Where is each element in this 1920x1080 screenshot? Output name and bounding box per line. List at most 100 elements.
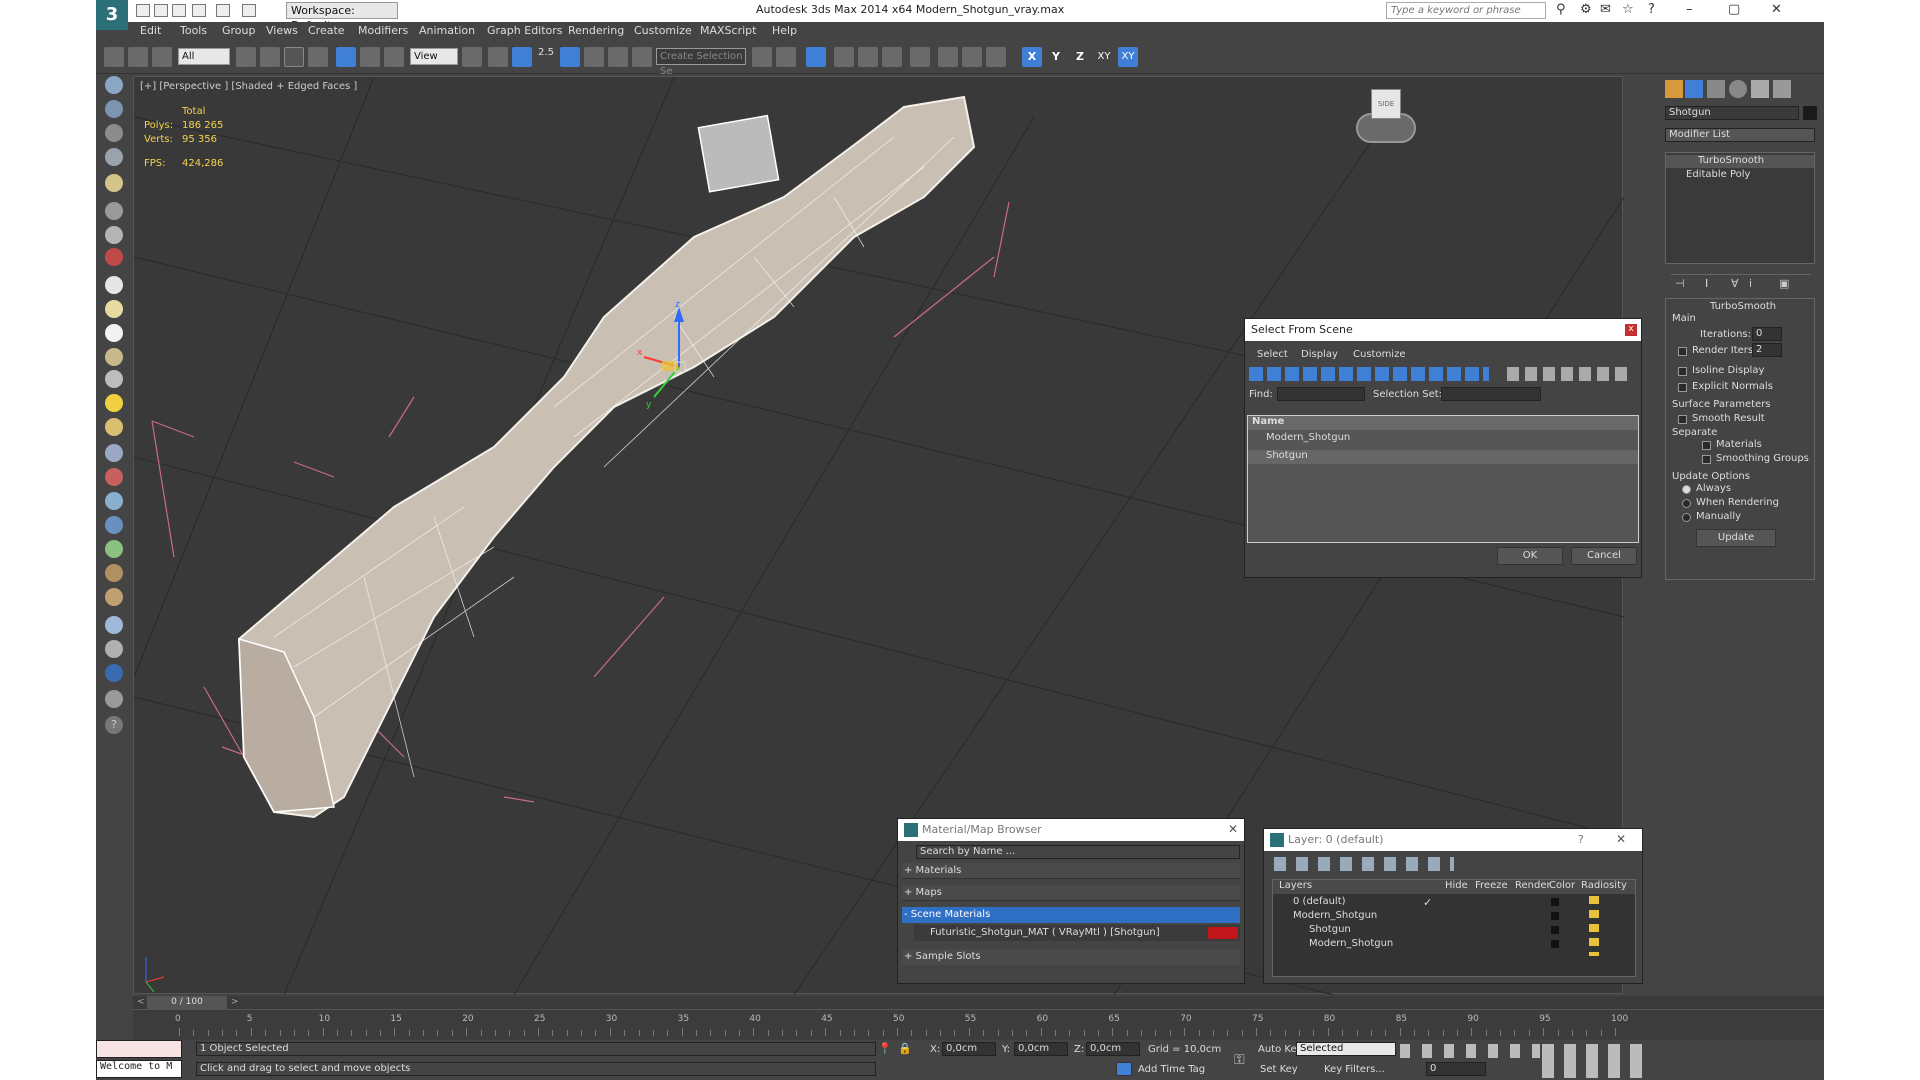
select-dialog-close-button[interactable]: x: [1625, 324, 1637, 336]
scene-materials-group[interactable]: - Scene Materials: [902, 907, 1240, 923]
col-hide[interactable]: Hide: [1445, 880, 1468, 891]
find-input[interactable]: [1277, 387, 1365, 401]
minimize-button[interactable]: –: [1686, 2, 1693, 17]
dynamics-icon[interactable]: [105, 468, 123, 486]
helper-icon[interactable]: [105, 492, 123, 510]
box-primitive-icon[interactable]: [105, 276, 123, 294]
light-icon[interactable]: [105, 174, 123, 192]
selection-toolbar[interactable]: [1507, 367, 1627, 381]
curve-editor-icon[interactable]: [858, 47, 878, 67]
object-row-shotgun[interactable]: Shotgun: [1248, 450, 1638, 464]
playback-controls[interactable]: [1400, 1044, 1540, 1058]
workspace-dropdown[interactable]: Workspace: Default: [286, 2, 398, 32]
timeline-ruler[interactable]: 0 5 10 15 20 25 30 35 40 45 50 55 60 65 70 75 80 85 90 95 10…: [175, 1010, 1628, 1040]
col-radiosity[interactable]: Radiosity: [1581, 880, 1627, 891]
open-file-icon[interactable]: [154, 4, 168, 17]
layer-toolbar[interactable]: [1274, 857, 1454, 871]
select-and-scale-icon[interactable]: [384, 47, 404, 67]
layer-dialog-title[interactable]: Layer: 0 (default): [1264, 829, 1642, 851]
teapot-primitive-icon[interactable]: [105, 348, 123, 366]
maximize-button[interactable]: ▢: [1728, 2, 1740, 17]
rectangular-selection-icon[interactable]: [284, 47, 304, 67]
make-unique-icon[interactable]: ∀: [1731, 277, 1739, 290]
viewport-navigation-controls[interactable]: [1542, 1044, 1642, 1078]
axis-xy-button[interactable]: XY: [1094, 47, 1114, 67]
key-mode-dropdown[interactable]: Selected: [1296, 1042, 1396, 1056]
z-coordinate-field[interactable]: 0,0cm: [1086, 1042, 1140, 1056]
omni-light-icon[interactable]: [105, 418, 123, 436]
sample-slots-group[interactable]: + Sample Slots: [902, 949, 1240, 965]
align-icon[interactable]: [776, 47, 796, 67]
asset-tracking-icon[interactable]: [105, 690, 123, 708]
new-file-icon[interactable]: [136, 4, 150, 17]
isolate-selection-icon[interactable]: 📍: [878, 1042, 892, 1055]
set-key-icon[interactable]: ⚿: [1234, 1052, 1245, 1068]
menu-customize[interactable]: Customize: [634, 24, 692, 37]
layer-color-swatches[interactable]: [1551, 898, 1559, 954]
undo-icon[interactable]: [192, 4, 206, 17]
reference-coordinate-dropdown[interactable]: View: [410, 48, 458, 65]
viewport-layout-icon[interactable]: [105, 100, 123, 118]
update-always-radio[interactable]: [1682, 485, 1691, 494]
material-editor-icon[interactable]: [910, 47, 930, 67]
sphere-primitive-icon[interactable]: [105, 324, 123, 342]
bind-space-warp-icon[interactable]: [152, 47, 172, 67]
select-dialog-menu-customize[interactable]: Customize: [1353, 349, 1406, 360]
globe-icon[interactable]: [105, 664, 123, 682]
help-icon[interactable]: ?: [1648, 2, 1655, 17]
separate-smoothing-groups-checkbox[interactable]: [1702, 455, 1711, 464]
time-slider-thumb[interactable]: 0 / 100: [147, 996, 227, 1009]
percent-snap-icon[interactable]: [584, 47, 604, 67]
time-slider[interactable]: < 0 / 100 >: [133, 996, 1824, 1010]
schematic-view-icon[interactable]: [882, 47, 902, 67]
axis-y-button[interactable]: Y: [1046, 47, 1066, 67]
layer-manager-icon[interactable]: [806, 47, 826, 67]
snap-toggle-icon[interactable]: 2.5: [536, 47, 556, 67]
render-iters-checkbox[interactable]: [1678, 347, 1687, 356]
isoline-display-checkbox[interactable]: [1678, 367, 1687, 376]
help-circle-icon[interactable]: ?: [105, 716, 123, 734]
x-coordinate-field[interactable]: 0,0cm: [942, 1042, 996, 1056]
camera-icon[interactable]: [105, 226, 123, 244]
selection-lock-icon[interactable]: 🔒: [898, 1042, 912, 1055]
layer-row-default[interactable]: 0 (default): [1293, 896, 1346, 907]
close-window-button[interactable]: ✕: [1771, 2, 1782, 17]
select-and-rotate-icon[interactable]: [360, 47, 380, 67]
object-name-field[interactable]: Shotgun: [1665, 106, 1799, 120]
systems-icon[interactable]: [105, 516, 123, 534]
select-dialog-menu-select[interactable]: Select: [1257, 349, 1288, 360]
current-layer-check-icon[interactable]: ✓: [1423, 896, 1432, 909]
set-key-button[interactable]: Set Key: [1260, 1064, 1298, 1075]
axis-x-button[interactable]: X: [1022, 47, 1042, 67]
menu-animation[interactable]: Animation: [419, 24, 475, 37]
time-slider-next[interactable]: >: [231, 997, 239, 1007]
modifier-stack[interactable]: TurboSmooth Editable Poly: [1665, 152, 1815, 264]
app-logo-icon[interactable]: 3: [96, 0, 128, 30]
menu-group[interactable]: Group: [222, 24, 256, 37]
project-folder-icon[interactable]: [242, 4, 256, 17]
scene-object-list[interactable]: Name Modern_Shotgun Shotgun: [1247, 415, 1639, 543]
menu-maxscript[interactable]: MAXScript: [700, 24, 756, 37]
redo-icon[interactable]: [216, 4, 230, 17]
communication-icon[interactable]: ✉: [1600, 2, 1611, 17]
help-search-input[interactable]: Type a keyword or phrase: [1386, 2, 1546, 19]
viewcube[interactable]: SIDE: [1371, 89, 1401, 119]
radiosity-icons[interactable]: [1589, 896, 1599, 956]
col-render[interactable]: Render: [1515, 880, 1551, 891]
maxscript-mini-listener[interactable]: Welcome to M: [96, 1060, 182, 1078]
update-manually-radio[interactable]: [1682, 513, 1691, 522]
angle-snap-icon[interactable]: [560, 47, 580, 67]
scene-material-item[interactable]: Futuristic_Shotgun_MAT ( VRayMtl ) [Shot…: [914, 925, 1240, 941]
select-cancel-button[interactable]: Cancel: [1571, 547, 1637, 565]
select-object-icon[interactable]: [236, 47, 256, 67]
motion-tab-icon[interactable]: [1729, 80, 1747, 98]
container-icon[interactable]: [105, 124, 123, 142]
render-setup-icon[interactable]: [938, 47, 958, 67]
material-browser-title[interactable]: Material/Map Browser: [898, 819, 1244, 841]
y-coordinate-field[interactable]: 0,0cm: [1014, 1042, 1068, 1056]
sun-light-icon[interactable]: [105, 394, 123, 412]
layer-table[interactable]: Layers Hide Freeze Render Color Radiosit…: [1272, 879, 1636, 977]
pin-stack-icon[interactable]: ⊣: [1675, 277, 1685, 290]
time-slider-prev[interactable]: <: [137, 997, 145, 1007]
render-to-texture-icon[interactable]: [105, 640, 123, 658]
